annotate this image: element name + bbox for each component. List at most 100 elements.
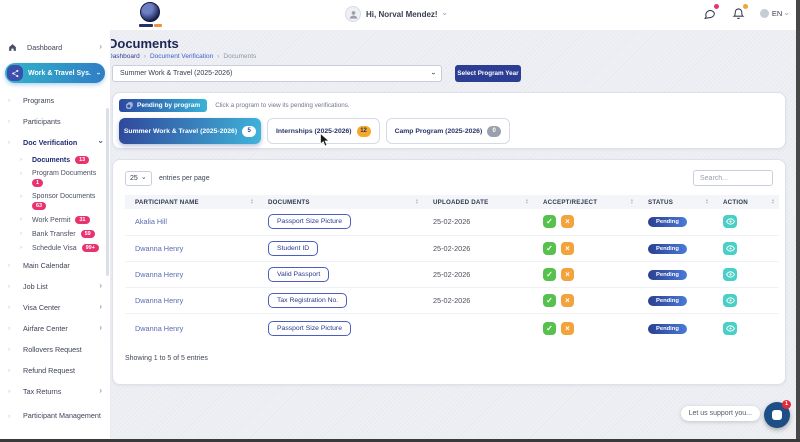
globe-icon bbox=[759, 9, 769, 18]
chevron-down-icon: › bbox=[782, 12, 792, 15]
view-button[interactable] bbox=[723, 267, 737, 281]
sidebar-item-visa-center[interactable]: › Visa Center › bbox=[8, 300, 102, 314]
program-select-row: Summer Work & Travel (2025-2026) › Selec… bbox=[108, 65, 796, 82]
uploaded-date bbox=[423, 312, 533, 343]
table-body: Akalia Hill Passport Size Picture 25-02-20… bbox=[125, 209, 779, 343]
sidebar-item-doc-verification[interactable]: › Doc Verification › bbox=[8, 135, 106, 149]
sort-icon: ▲ ▼ bbox=[771, 198, 775, 205]
sidebar-scrollbar[interactable] bbox=[106, 108, 109, 276]
view-button[interactable] bbox=[723, 215, 737, 229]
sidebar-subitem-bank-transfer[interactable]: › Bank Transfer 59 bbox=[20, 230, 106, 238]
reject-button[interactable]: × bbox=[561, 267, 574, 281]
view-button[interactable] bbox=[723, 241, 737, 255]
reject-button[interactable]: × bbox=[561, 293, 574, 307]
notifications-button[interactable] bbox=[731, 3, 749, 21]
document-link[interactable]: Student ID bbox=[268, 240, 319, 256]
view-button[interactable] bbox=[723, 321, 737, 335]
uploaded-date: 25-02-2026 bbox=[423, 260, 533, 287]
accept-button[interactable]: ✓ bbox=[543, 241, 556, 255]
table-footer: Showing 1 to 5 of 5 entries bbox=[125, 355, 208, 362]
reject-button[interactable]: × bbox=[561, 215, 574, 229]
breadcrumb: Dashboard › Document Verification › Docu… bbox=[108, 53, 796, 60]
document-link[interactable]: Passport Size Picture bbox=[268, 320, 351, 336]
sidebar: Dashboard › Work & Travel Sys. › › Programs › P… bbox=[0, 30, 110, 442]
sidebar-item-participant-management[interactable]: › Participant Management bbox=[8, 405, 102, 427]
column-header-uploaded-date[interactable]: UPLOADED DATE ▲ ▼ bbox=[423, 195, 533, 209]
sidebar-subitem-documents[interactable]: › Documents 13 bbox=[20, 156, 106, 164]
action-cell bbox=[713, 260, 779, 287]
messages-button[interactable] bbox=[702, 3, 720, 21]
language-selector[interactable]: EN › bbox=[759, 9, 792, 18]
sidebar-item-participants[interactable]: › Participants bbox=[8, 114, 102, 128]
column-header-status[interactable]: STATUS ▲ ▼ bbox=[638, 195, 713, 209]
column-header-participant-name[interactable]: PARTICIPANT NAME ▲ ▼ bbox=[125, 195, 258, 209]
reject-button[interactable]: × bbox=[561, 321, 574, 335]
count-badge: 13 bbox=[75, 156, 90, 164]
breadcrumb-document-verification[interactable]: Document Verification bbox=[150, 53, 213, 60]
document-link[interactable]: Valid Passport bbox=[268, 266, 330, 282]
chevron-right-icon: › bbox=[99, 281, 102, 290]
breadcrumb-current: Documents bbox=[223, 53, 257, 60]
reject-button[interactable]: × bbox=[561, 241, 574, 255]
sidebar-subitem-sponsor-documents[interactable]: › Sponsor Documents 63 bbox=[20, 193, 106, 210]
column-header-accept-reject[interactable]: ACCEPT/REJECT ▲ ▼ bbox=[533, 195, 638, 209]
table-header-row: PARTICIPANT NAME ▲ ▼ DOCUMENTS ▲ ▼ UPLOADED DA… bbox=[125, 195, 779, 209]
column-label: STATUS bbox=[648, 198, 674, 206]
breadcrumb-dashboard[interactable]: Dashboard bbox=[108, 53, 140, 60]
select-program-year-button[interactable]: Select Program Year bbox=[455, 65, 521, 82]
table-row: Dwanna Henry Student ID 25-02-2026 ✓ × Pendin… bbox=[125, 234, 779, 261]
tab-internships[interactable]: Internships (2025-2026) 12 bbox=[267, 118, 380, 144]
column-header-action[interactable]: ACTION ▲ ▼ bbox=[713, 195, 779, 209]
sidebar-subitem-schedule-visa[interactable]: › Schedule Visa 99+ bbox=[20, 244, 106, 252]
sidebar-item-programs[interactable]: › Programs bbox=[8, 93, 102, 107]
user-menu[interactable]: Hi, Norval Mendez! › bbox=[345, 6, 449, 22]
document-link[interactable]: Tax Registration No. bbox=[268, 292, 348, 308]
sidebar-item-job-list[interactable]: › Job List › bbox=[8, 279, 102, 293]
accept-button[interactable]: ✓ bbox=[543, 321, 556, 335]
accept-button[interactable]: ✓ bbox=[543, 293, 556, 307]
sidebar-item-tax-returns[interactable]: › Tax Returns › bbox=[8, 384, 102, 398]
view-button[interactable] bbox=[723, 293, 737, 307]
status-cell: Pending bbox=[638, 209, 713, 235]
documents-table-panel: 25 › entries per page PARTICIPANT NAME ▲▼… bbox=[112, 159, 786, 385]
search-input[interactable] bbox=[693, 170, 773, 186]
page-size-select[interactable]: 25 › bbox=[125, 170, 152, 186]
support-tooltip[interactable]: Let us support you... bbox=[680, 406, 760, 421]
sort-down-icon: ▼ bbox=[630, 201, 634, 205]
sidebar-subitem-work-permit[interactable]: › Work Permit 31 bbox=[20, 216, 106, 224]
program-select[interactable]: Summer Work & Travel (2025-2026) › bbox=[112, 65, 442, 82]
topbar-actions: EN › bbox=[702, 3, 792, 21]
accept-button[interactable]: ✓ bbox=[543, 215, 556, 229]
sidebar-item-refund-request[interactable]: › Refund Request bbox=[8, 363, 102, 377]
sidebar-subitem-program-documents[interactable]: › Program Documents 1 bbox=[20, 170, 106, 187]
sidebar-subitem-label: Program Documents bbox=[32, 170, 97, 177]
caret-icon: › bbox=[8, 412, 11, 420]
accept-button[interactable]: ✓ bbox=[543, 267, 556, 281]
tab-camp-program[interactable]: Camp Program (2025-2026) 0 bbox=[385, 118, 511, 144]
sidebar-item-dashboard[interactable]: Dashboard › bbox=[8, 40, 102, 54]
document-link[interactable]: Passport Size Picture bbox=[268, 214, 351, 230]
table-row: Dwanna Henry Valid Passport 25-02-2026 ✓ × Pe… bbox=[125, 260, 779, 287]
sidebar-item-work-travel-sys[interactable]: Work & Travel Sys. › bbox=[5, 63, 105, 83]
status-badge: Pending bbox=[648, 217, 687, 228]
sidebar-item-rollovers-request[interactable]: › Rollovers Request bbox=[8, 342, 102, 356]
accept-reject-cell: ✓ × bbox=[533, 312, 638, 343]
chevron-right-icon: › bbox=[99, 323, 102, 332]
brand-logo[interactable] bbox=[133, 2, 167, 27]
count-badge: 63 bbox=[32, 202, 47, 210]
support-chat-button[interactable]: 1 bbox=[764, 400, 791, 428]
sidebar-item-airfare-center[interactable]: › Airfare Center › bbox=[8, 321, 102, 335]
column-header-documents[interactable]: DOCUMENTS ▲ ▼ bbox=[258, 195, 423, 209]
column-header-inner: UPLOADED DATE ▲ ▼ bbox=[433, 198, 529, 205]
tab-label: Summer Work & Travel (2025-2026) bbox=[123, 127, 238, 135]
sidebar-item-main-calendar[interactable]: › Main Calendar bbox=[8, 258, 102, 272]
caret-icon: › bbox=[20, 170, 22, 177]
column-label: DOCUMENTS bbox=[268, 198, 310, 206]
pending-by-program-pill[interactable]: Pending by program bbox=[119, 99, 208, 112]
action-cell bbox=[713, 286, 779, 313]
topbar: Hi, Norval Mendez! › EN › bbox=[0, 0, 800, 30]
document-cell: Student ID bbox=[258, 234, 423, 261]
tab-summer-work-travel[interactable]: Summer Work & Travel (2025-2026) 5 bbox=[119, 118, 261, 144]
sort-down-icon: ▼ bbox=[250, 201, 254, 205]
caret-icon: › bbox=[8, 138, 11, 146]
